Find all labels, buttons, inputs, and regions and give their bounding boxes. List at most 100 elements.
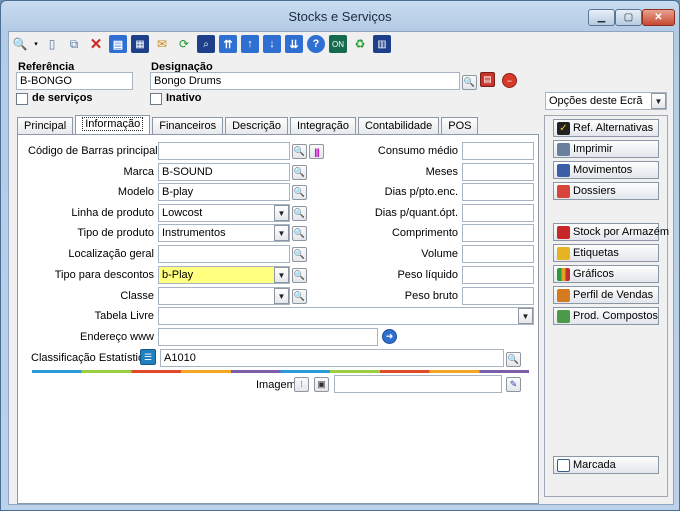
search-icon[interactable]: 🔍 [292,289,307,304]
volume-field[interactable] [462,245,534,263]
meses-field[interactable] [462,163,534,181]
consumo-field[interactable] [462,142,534,160]
tabela-livre-label: Tabela Livre [94,310,154,322]
mail-icon[interactable]: ✉ [153,35,171,53]
peso-bruto-label: Peso bruto [404,290,458,302]
dias-pto-field[interactable] [462,183,534,201]
peso-bruto-field[interactable] [462,287,534,305]
minimize-button[interactable]: ▁ [588,9,615,26]
modelo-field[interactable]: B-play [158,183,290,201]
movimentos-button[interactable]: Movimentos [553,161,659,179]
tab-pos[interactable]: POS [441,117,479,135]
tipo-produto-select[interactable]: Instrumentos [158,224,290,242]
edit-icon[interactable]: ▤ [109,35,127,53]
imagem-field[interactable] [334,375,502,393]
marcada-button[interactable]: Marcada [553,456,659,474]
opcoes-ecra-select[interactable]: Opções deste Ecrã [545,92,667,110]
marca-field[interactable]: B-SOUND [158,163,290,181]
designacao-field[interactable]: Bongo Drums [150,72,460,90]
servicos-checkbox[interactable] [16,93,28,105]
peso-liquido-label: Peso líquido [397,269,458,281]
search-icon[interactable]: 🔍 [292,144,307,159]
classe-label: Classe [120,290,154,302]
title-bar: Stocks e Serviços ▁ ▢ ✕ [1,1,679,31]
stock-armazem-button[interactable]: Stock por Armazém [553,223,669,241]
copy-icon[interactable]: ⧉ [65,35,83,53]
tab-principal[interactable]: Principal [17,117,74,135]
list-icon[interactable]: ⁝ [294,377,309,392]
classificacao-field[interactable]: A1010 [160,349,504,367]
camera-icon[interactable]: ▣ [314,377,329,392]
toolbar: 🔍 ▾ ▯ ⧉ ✕ ▤ ▦ ✉ ⟳ ⌕ ⇈ ↑ ↓ ⇊ ? ON ♻ ▥ [11,33,395,55]
tab-contabilidade[interactable]: Contabilidade [357,117,440,135]
bar-chart-icon [557,267,570,281]
tab-informacao-label: Informação [82,117,144,131]
new-document-icon[interactable]: ▯ [43,35,61,53]
tipo-produto-label: Tipo de produto [77,227,154,239]
search-icon[interactable]: 🔍 [462,75,477,90]
tab-informacao[interactable]: Informação [75,115,151,135]
search-icon[interactable]: 🔍 [292,206,307,221]
maximize-button[interactable]: ▢ [615,9,642,26]
prod-compostos-button[interactable]: Prod. Compostos [553,307,659,325]
chevron-down-icon[interactable]: ▼ [274,205,289,221]
tabela-livre-select[interactable] [158,307,534,325]
perfil-vendas-button[interactable]: Perfil de Vendas [553,286,659,304]
tab-descricao[interactable]: Descrição [225,117,288,135]
ref-alternativas-button[interactable]: ✓ Ref. Alternativas [553,119,659,137]
chevron-down-icon[interactable]: ▼ [274,225,289,241]
graficos-button[interactable]: Gráficos [553,265,659,283]
chevron-down-icon[interactable]: ▼ [274,288,289,304]
search-icon[interactable]: 🔍 [292,185,307,200]
classe-select[interactable] [158,287,290,305]
chevron-down-icon[interactable]: ▼ [651,93,666,109]
comprimento-field[interactable] [462,224,534,242]
printer-icon [557,142,570,156]
print-icon[interactable]: ▤ [480,72,495,87]
marca-label: Marca [123,166,154,178]
search-icon[interactable]: 🔍 [292,247,307,262]
preview-icon[interactable]: ⌕ [197,35,215,53]
linha-select[interactable]: Lowcost [158,204,290,222]
peso-liquido-field[interactable] [462,266,534,284]
search-icon[interactable]: 🔍 [506,352,521,367]
search-icon[interactable]: 🔍 [292,165,307,180]
tab-financeiros[interactable]: Financeiros [152,117,224,135]
sync-icon[interactable]: ♻ [351,35,369,53]
dias-quant-field[interactable] [462,204,534,222]
next-record-icon[interactable]: ↓ [263,35,281,53]
eraser-icon[interactable]: ✎ [506,377,521,392]
delete-icon[interactable]: ✕ [87,35,105,53]
endereco-field[interactable] [158,328,378,346]
localizacao-field[interactable] [158,245,290,263]
button-label: Gráficos [573,268,614,280]
chevron-down-icon[interactable]: ▼ [274,267,289,283]
on-icon[interactable]: ON [329,35,347,53]
dropdown-arrow-icon[interactable]: ▾ [33,35,39,53]
imprimir-button[interactable]: Imprimir [553,140,659,158]
chevron-down-icon[interactable]: ▼ [518,308,533,324]
grid-icon[interactable]: ▦ [131,35,149,53]
tipo-descontos-select[interactable]: b-Play [158,266,290,284]
close-button[interactable]: ✕ [642,9,675,26]
classification-icon[interactable]: ☰ [140,349,156,365]
search-icon[interactable]: 🔍 [292,226,307,241]
search-icon[interactable]: 🔍 [292,268,307,283]
first-record-icon[interactable]: ⇈ [219,35,237,53]
chart-icon[interactable]: ▥ [373,35,391,53]
refresh-icon[interactable]: ⟳ [175,35,193,53]
codigo-barras-field[interactable] [158,142,290,160]
consumo-label: Consumo médio [377,145,458,157]
help-icon[interactable]: ? [307,35,325,53]
inativo-checkbox[interactable] [150,93,162,105]
imagem-label: Imagem [256,379,296,391]
tab-integracao[interactable]: Integração [289,117,356,135]
last-record-icon[interactable]: ⇊ [285,35,303,53]
go-arrow-icon[interactable]: ➜ [382,329,397,344]
search-icon[interactable]: 🔍 [11,35,29,53]
dossiers-button[interactable]: Dossiers [553,182,659,200]
referencia-field[interactable]: B-BONGO [16,72,133,90]
previous-record-icon[interactable]: ↑ [241,35,259,53]
etiquetas-button[interactable]: Etiquetas [553,244,659,262]
no-entry-icon[interactable]: − [502,73,517,88]
